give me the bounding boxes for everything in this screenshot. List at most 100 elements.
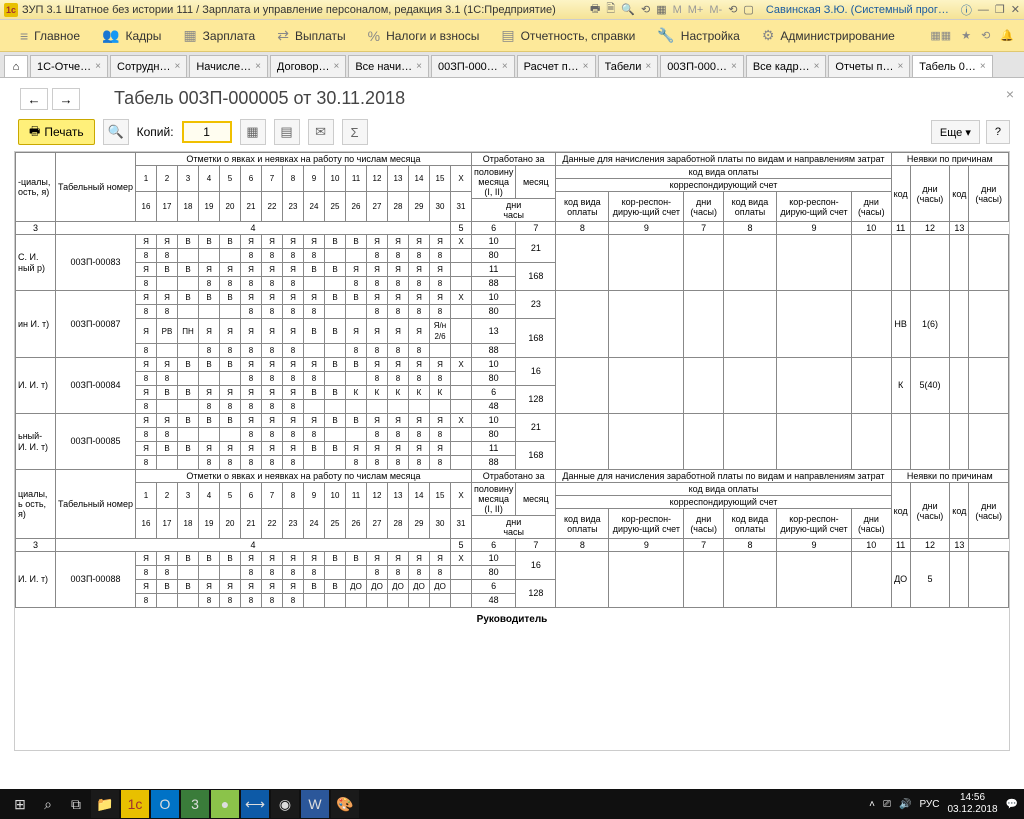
people-icon: 👥 [102,27,119,44]
tab-close-icon[interactable]: × [583,61,589,72]
history-icon[interactable]: ⟲ [981,29,990,42]
windows-taskbar: ⊞ ⌕ ⧉ 📁 1c O 3 ● ⟷ ◉ W 🎨 ˄ ⎚ 🔊 РУС 14:56… [0,789,1024,819]
mminus-icon[interactable]: M- [709,4,722,16]
menu-main[interactable]: ≡Главное [10,24,90,48]
preview-button[interactable]: 🔍 [103,119,129,145]
menu-zarplata[interactable]: ▦Зарплата [173,23,265,48]
tab-item[interactable]: Все кадр…× [746,55,827,77]
box-icon[interactable]: ▢ [743,3,753,16]
menu-admin[interactable]: ⚙Администрирование [752,23,905,48]
back-button[interactable]: ← [20,88,48,110]
search-icon[interactable]: ⌕ [34,790,62,818]
tab-item-active[interactable]: Табель 0…× [912,55,992,77]
copies-label: Копий: [137,125,174,139]
tab-close-icon[interactable]: × [731,61,737,72]
menu-otchet[interactable]: ▤Отчетность, справки [491,23,645,48]
info-icon[interactable]: ⓘ [961,2,972,18]
timesheet-table: -циалы, ость, я)Табельный номерОтметки о… [15,152,1009,608]
tray-sound-icon[interactable]: 🔊 [899,799,911,810]
document-scroll-area[interactable]: -циалы, ость, я)Табельный номерОтметки о… [14,151,1010,751]
m-icon[interactable]: M [673,4,682,16]
help-button[interactable]: ? [986,120,1010,144]
teamviewer-icon[interactable]: ⟷ [241,790,269,818]
doc-icon: ▤ [501,27,514,44]
outlook-icon[interactable]: O [151,790,179,818]
tab-item[interactable]: 00ЗП-000…× [660,55,744,77]
system-tray: ˄ ⎚ 🔊 РУС 14:56 03.12.2018 💬 [869,792,1018,816]
apps-icon[interactable]: ▦▦ [930,29,951,42]
tab-close-icon[interactable]: × [333,61,339,72]
main-menu: ≡Главное 👥Кадры ▦Зарплата ⇄Выплаты %Нало… [0,20,1024,52]
transfer-icon: ⇄ [277,27,289,44]
1c-icon[interactable]: 1c [121,790,149,818]
tray-up-icon[interactable]: ˄ [869,799,875,810]
tab-close-icon[interactable]: × [95,61,101,72]
bell-icon[interactable]: 🔔 [1000,29,1014,42]
tray-display-icon[interactable]: ⎚ [883,799,891,810]
tab-close-icon[interactable]: × [897,61,903,72]
tab-close-icon[interactable]: × [814,61,820,72]
forward-button[interactable]: → [52,88,80,110]
tab-item[interactable]: Расчет п…× [517,55,596,77]
more-button[interactable]: Еще ▾ [931,120,980,144]
back-icon[interactable]: ⟲ [728,3,737,16]
tab-item[interactable]: 00ЗП-000…× [431,55,515,77]
taskview-icon[interactable]: ⧉ [62,790,90,818]
tab-close-icon[interactable]: × [175,61,181,72]
star-icon[interactable]: ★ [961,29,971,42]
start-button[interactable]: ⊞ [6,790,34,818]
tab-item[interactable]: Отчеты п…× [828,55,910,77]
tab-close-icon[interactable]: × [980,61,986,72]
app-icon-lime[interactable]: ● [211,790,239,818]
table-icon: ▦ [183,27,196,44]
document-title: Табель 00ЗП-000005 от 30.11.2018 [114,88,1010,109]
print-button[interactable]: 🖶 Печать [18,119,95,145]
wrench-icon: 🔧 [657,27,674,44]
app-icon: 1c [4,3,18,17]
tray-lang[interactable]: РУС [919,799,939,810]
tab-close-icon[interactable]: × [255,61,261,72]
gear-icon: ⚙ [762,27,775,44]
tool-btn-3[interactable]: ✉ [308,119,334,145]
calc-icon[interactable]: ▦ [656,3,666,16]
nav-icon[interactable]: ⟲ [641,3,650,16]
tab-item[interactable]: Все начи…× [348,55,429,77]
tool-btn-2[interactable]: ▤ [274,119,300,145]
close-icon[interactable]: ✕ [1011,3,1020,16]
word-icon[interactable]: W [301,790,329,818]
menu-kadry[interactable]: 👥Кадры [92,23,171,48]
close-form-icon[interactable]: × [1006,86,1014,102]
tool-btn-sum[interactable]: Σ [342,119,368,145]
menu-vyplaty[interactable]: ⇄Выплаты [267,23,355,48]
print-icon[interactable]: 🖶 [590,0,600,19]
tab-item[interactable]: Сотрудн…× [110,55,187,77]
copies-input[interactable] [182,121,232,143]
menu-nalogi[interactable]: %Налоги и взносы [358,24,490,48]
maximize-icon[interactable]: ❐ [995,3,1005,16]
tool-btn-1[interactable]: ▦ [240,119,266,145]
tab-item[interactable]: Табели× [598,55,659,77]
tab-home[interactable]: ⌂ [4,55,28,77]
tab-item[interactable]: 1С-Отче…× [30,55,108,77]
save-icon[interactable]: 🗎 [606,0,615,19]
minimize-icon[interactable]: — [978,4,989,16]
chrome-icon[interactable]: ◉ [271,790,299,818]
paint-icon[interactable]: 🎨 [331,790,359,818]
view-icon[interactable]: 🔍 [621,3,635,16]
tab-close-icon[interactable]: × [416,61,422,72]
tab-close-icon[interactable]: × [645,61,651,72]
tab-close-icon[interactable]: × [502,61,508,72]
window-titlebar: 1c ЗУП 3.1 Штатное без истории 111 / Зар… [0,0,1024,20]
tab-item[interactable]: Начисле…× [189,55,268,77]
titlebar-controls: 🖶 🗎 🔍 ⟲ ▦ M M+ M- ⟲ ▢ Савинская З.Ю. (Си… [590,0,1020,19]
content-area: ← → × Табель 00ЗП-000005 от 30.11.2018 🖶… [0,78,1024,798]
menu-nastroika[interactable]: 🔧Настройка [647,23,750,48]
tray-notif-icon[interactable]: 💬 [1006,799,1018,810]
tab-item[interactable]: Договор…× [270,55,346,77]
tray-clock[interactable]: 14:56 03.12.2018 [947,792,997,816]
mplus-icon[interactable]: M+ [688,4,704,16]
app-icon-green[interactable]: 3 [181,790,209,818]
explorer-icon[interactable]: 📁 [91,790,119,818]
tabs-row: ⌂ 1С-Отче…× Сотрудн…× Начисле…× Договор…… [0,52,1024,78]
user-label[interactable]: Савинская З.Ю. (Системный прог… [766,4,949,16]
